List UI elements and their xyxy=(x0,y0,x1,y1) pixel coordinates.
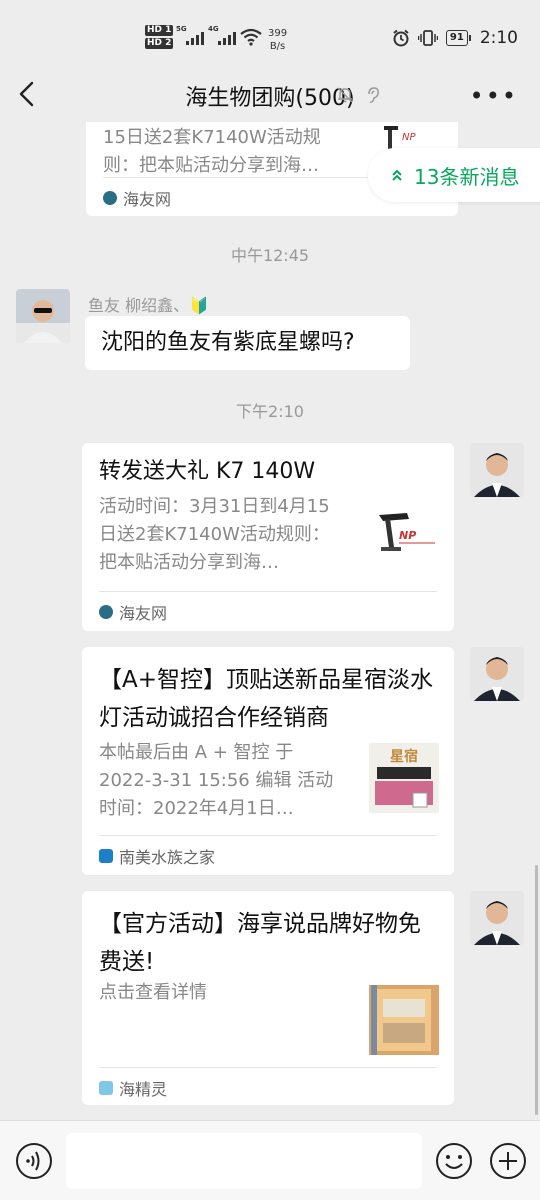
card-source: 海友网 xyxy=(99,591,437,631)
card-title: 【A+智控】顶贴送新品星宿淡水灯活动诚招合作经销商 xyxy=(99,667,434,731)
title-status-icons xyxy=(336,86,382,104)
svg-text:NP: NP xyxy=(402,132,416,143)
source-icon xyxy=(99,1080,113,1095)
card-thumbnail: NP xyxy=(369,503,439,573)
card-desc: 活动时间：3月31日到4月15日送2套K7140W活动规则：把本贴活动分享到海… xyxy=(99,496,330,573)
double-chevron-up-icon xyxy=(392,169,402,181)
card-source: 南美水族之家 xyxy=(99,835,437,875)
sim-indicators: HD 1 HD 2 xyxy=(145,25,174,49)
title-bar: 海生物团购(500) ••• xyxy=(0,66,540,122)
card-desc-line: 15日送2套K7140W活动规 xyxy=(103,127,321,148)
alarm-icon xyxy=(393,29,409,47)
card-thumbnail xyxy=(369,985,439,1055)
earpiece-icon xyxy=(368,87,379,103)
net2-label: 4G xyxy=(208,25,219,33)
clock: 2:10 xyxy=(479,28,518,48)
card-title: 【官方活动】海享说品牌好物免费送! xyxy=(99,911,421,975)
link-card[interactable]: 转发送大礼 K7 140W 活动时间：3月31日到4月15日送2套K7140W活… xyxy=(82,443,454,631)
card-source: 海精灵 xyxy=(99,1067,437,1107)
message-input[interactable] xyxy=(66,1133,422,1189)
mute-bell-icon xyxy=(337,87,353,103)
new-messages-button[interactable]: 13条新消息 xyxy=(368,148,540,202)
timestamp: 下午2:10 xyxy=(236,402,304,421)
battery-icon: 91 xyxy=(445,30,471,46)
sim2-label: HD 2 xyxy=(145,38,174,49)
status-right: 91 2:10 xyxy=(392,28,518,48)
source-name: 海友网 xyxy=(119,603,168,623)
source-icon xyxy=(103,190,117,205)
source-icon xyxy=(99,604,113,619)
avatar-self[interactable] xyxy=(470,443,524,497)
message-bubble[interactable]: 沈阳的鱼友有紫底星螺吗? xyxy=(85,316,410,370)
chat-area[interactable]: 15日送2套K7140W活动规 则：把本贴活动分享到海… NP 海友网 中午12… xyxy=(0,122,540,1120)
sim1-label: HD 1 xyxy=(145,25,174,36)
source-name: 海精灵 xyxy=(119,1079,168,1099)
scrollbar[interactable] xyxy=(535,865,538,1115)
avatar-self[interactable] xyxy=(470,647,524,701)
emoji-icon[interactable] xyxy=(434,1141,474,1181)
thumb-label: 星宿 xyxy=(390,748,418,765)
thumb-brand: NP xyxy=(399,529,416,542)
wifi-icon xyxy=(240,28,262,46)
chat-title: 海生物团购(500) xyxy=(185,86,355,111)
speed-value: 399 xyxy=(268,28,288,39)
voice-input-icon[interactable] xyxy=(14,1141,54,1181)
link-card[interactable]: 【A+智控】顶贴送新品星宿淡水灯活动诚招合作经销商 本帖最后由 A + 智控 于… xyxy=(82,647,454,875)
timestamp: 中午12:45 xyxy=(230,246,310,265)
signal-icon-2: 4G xyxy=(208,25,236,45)
card-desc: 点击查看详情 xyxy=(99,982,207,1003)
source-name: 南美水族之家 xyxy=(119,847,216,867)
net1-label: 5G xyxy=(176,25,187,33)
speed-unit: B/s xyxy=(269,41,286,52)
card-desc: 本帖最后由 A + 智控 于 2022-3-31 15:56 编辑 活动时间：2… xyxy=(99,742,334,819)
new-messages-label: 13条新消息 xyxy=(414,164,520,189)
network-speed: 399 B/s xyxy=(268,27,287,53)
source-icon xyxy=(99,848,113,863)
source-name: 海友网 xyxy=(123,189,172,209)
vibrate-icon xyxy=(417,30,438,46)
status-bar: HD 1 HD 2 5G 4G 399 B/s 91 2:10 xyxy=(0,0,540,66)
add-icon[interactable] xyxy=(488,1141,528,1181)
signal-icon: 5G xyxy=(176,25,204,45)
sender-name: 鱼友 柳绍鑫、🔰 xyxy=(88,296,210,315)
input-bar xyxy=(0,1120,540,1200)
avatar-self[interactable] xyxy=(470,891,524,945)
card-desc: 15日送2套K7140W活动规 则：把本贴活动分享到海… xyxy=(103,124,373,180)
link-card[interactable]: 【官方活动】海享说品牌好物免费送! 点击查看详情 海精灵 xyxy=(82,891,454,1105)
card-title: 转发送大礼 K7 140W xyxy=(99,459,316,484)
avatar[interactable] xyxy=(16,289,70,343)
card-thumbnail: 星宿 xyxy=(369,743,439,813)
more-options-icon[interactable]: ••• xyxy=(470,82,518,110)
card-desc-line: 则：把本贴活动分享到海… xyxy=(103,155,319,176)
